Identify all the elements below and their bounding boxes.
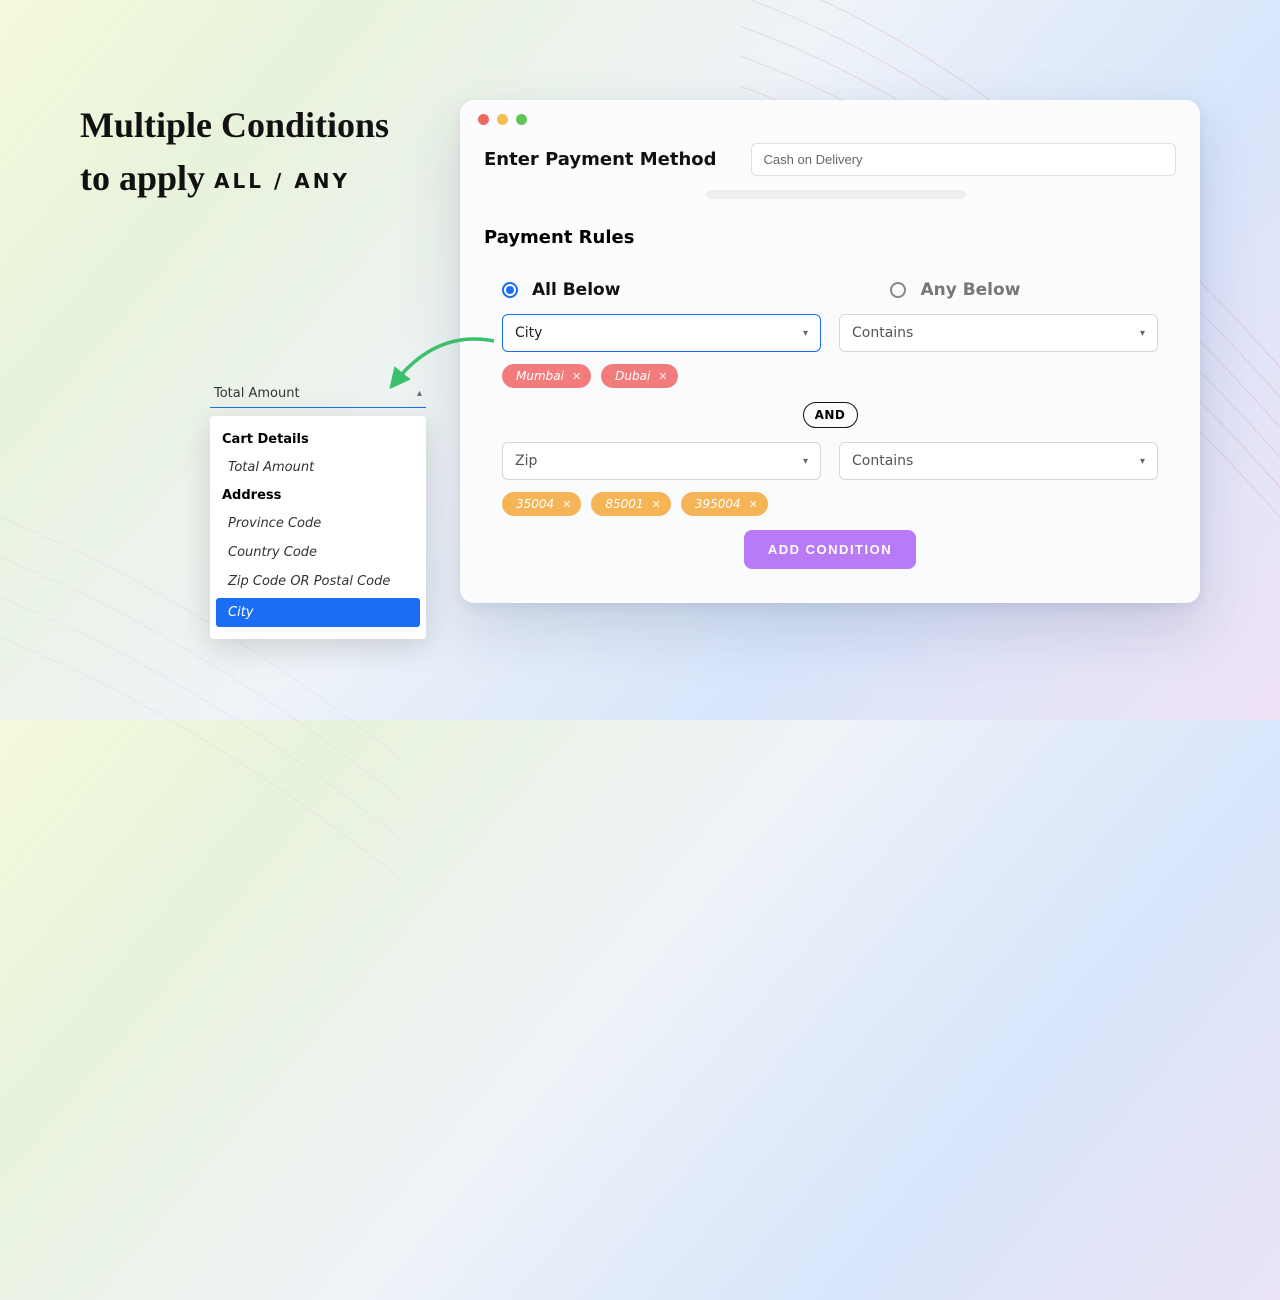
maximize-dot-icon[interactable] <box>516 114 527 125</box>
chip-remove-icon[interactable]: ✕ <box>652 498 661 511</box>
window-titlebar <box>460 100 1200 133</box>
radio-any-below[interactable]: Any Below <box>890 280 1020 300</box>
add-condition-button[interactable]: ADD CONDITION <box>744 530 916 569</box>
field-select-value: Zip <box>515 453 537 469</box>
app-window: Enter Payment Method Payment Rules All B… <box>460 100 1200 603</box>
chip-remove-icon[interactable]: ✕ <box>749 498 758 511</box>
dropdown-item[interactable]: Zip Code OR Postal Code <box>210 567 426 596</box>
dropdown-item[interactable]: Province Code <box>210 509 426 538</box>
chip-label: Mumbai <box>516 369 564 383</box>
dropdown-panel: Cart DetailsTotal AmountAddressProvince … <box>210 416 426 639</box>
field-select-value: City <box>515 325 542 341</box>
field-select[interactable]: Zip ▾ <box>502 442 821 480</box>
radio-off-icon <box>890 282 906 298</box>
dropdown-selected[interactable]: Total Amount ▴ <box>210 380 426 408</box>
value-chip: 85001 ✕ <box>591 492 670 516</box>
value-chip: 35004 ✕ <box>502 492 581 516</box>
field-select[interactable]: City ▾ <box>502 314 821 352</box>
chip-label: 395004 <box>695 497 741 511</box>
dropdown-item[interactable]: Country Code <box>210 538 426 567</box>
chip-remove-icon[interactable]: ✕ <box>562 498 571 511</box>
operator-select[interactable]: Contains ▾ <box>839 442 1158 480</box>
caret-down-icon: ▾ <box>1140 328 1145 339</box>
radio-all-below[interactable]: All Below <box>502 280 620 300</box>
caret-down-icon: ▾ <box>803 456 808 467</box>
value-chip: 395004 ✕ <box>681 492 768 516</box>
payment-rules-heading: Payment Rules <box>484 227 1176 248</box>
operator-select-value: Contains <box>852 325 913 341</box>
payment-method-label: Enter Payment Method <box>484 149 717 170</box>
dropdown-selected-label: Total Amount <box>214 386 300 401</box>
operator-select-value: Contains <box>852 453 913 469</box>
chip-label: 85001 <box>605 497 643 511</box>
value-chip: Mumbai ✕ <box>502 364 591 388</box>
chip-remove-icon[interactable]: ✕ <box>658 370 667 383</box>
dropdown-item[interactable]: Total Amount <box>210 453 426 482</box>
headline-line-1: Multiple Conditions <box>80 103 389 148</box>
caret-down-icon: ▾ <box>803 328 808 339</box>
dropdown-group-label: Cart Details <box>210 426 426 453</box>
chip-remove-icon[interactable]: ✕ <box>572 370 581 383</box>
chip-label: Dubai <box>615 369 650 383</box>
chip-label: 35004 <box>516 497 554 511</box>
radio-on-icon <box>502 282 518 298</box>
payment-method-input[interactable] <box>751 143 1176 176</box>
value-chip: Dubai ✕ <box>601 364 677 388</box>
field-dropdown: Total Amount ▴ Cart DetailsTotal AmountA… <box>210 380 426 639</box>
minimize-dot-icon[interactable] <box>497 114 508 125</box>
caret-down-icon: ▾ <box>1140 456 1145 467</box>
joiner-pill[interactable]: AND <box>803 402 858 428</box>
headline-line-2: to apply ALL / ANY <box>80 148 389 209</box>
skeleton-line <box>706 190 966 199</box>
dropdown-group-label: Address <box>210 482 426 509</box>
caret-up-icon: ▴ <box>417 388 422 399</box>
payment-rules-panel: All Below Any Below City ▾ Contains ▾ Mumbai… <box>484 262 1176 591</box>
dropdown-item[interactable]: City <box>216 598 420 627</box>
page-headline: Multiple Conditions to apply ALL / ANY <box>80 103 389 209</box>
radio-all-label: All Below <box>532 280 620 300</box>
radio-any-label: Any Below <box>920 280 1020 300</box>
close-dot-icon[interactable] <box>478 114 489 125</box>
operator-select[interactable]: Contains ▾ <box>839 314 1158 352</box>
